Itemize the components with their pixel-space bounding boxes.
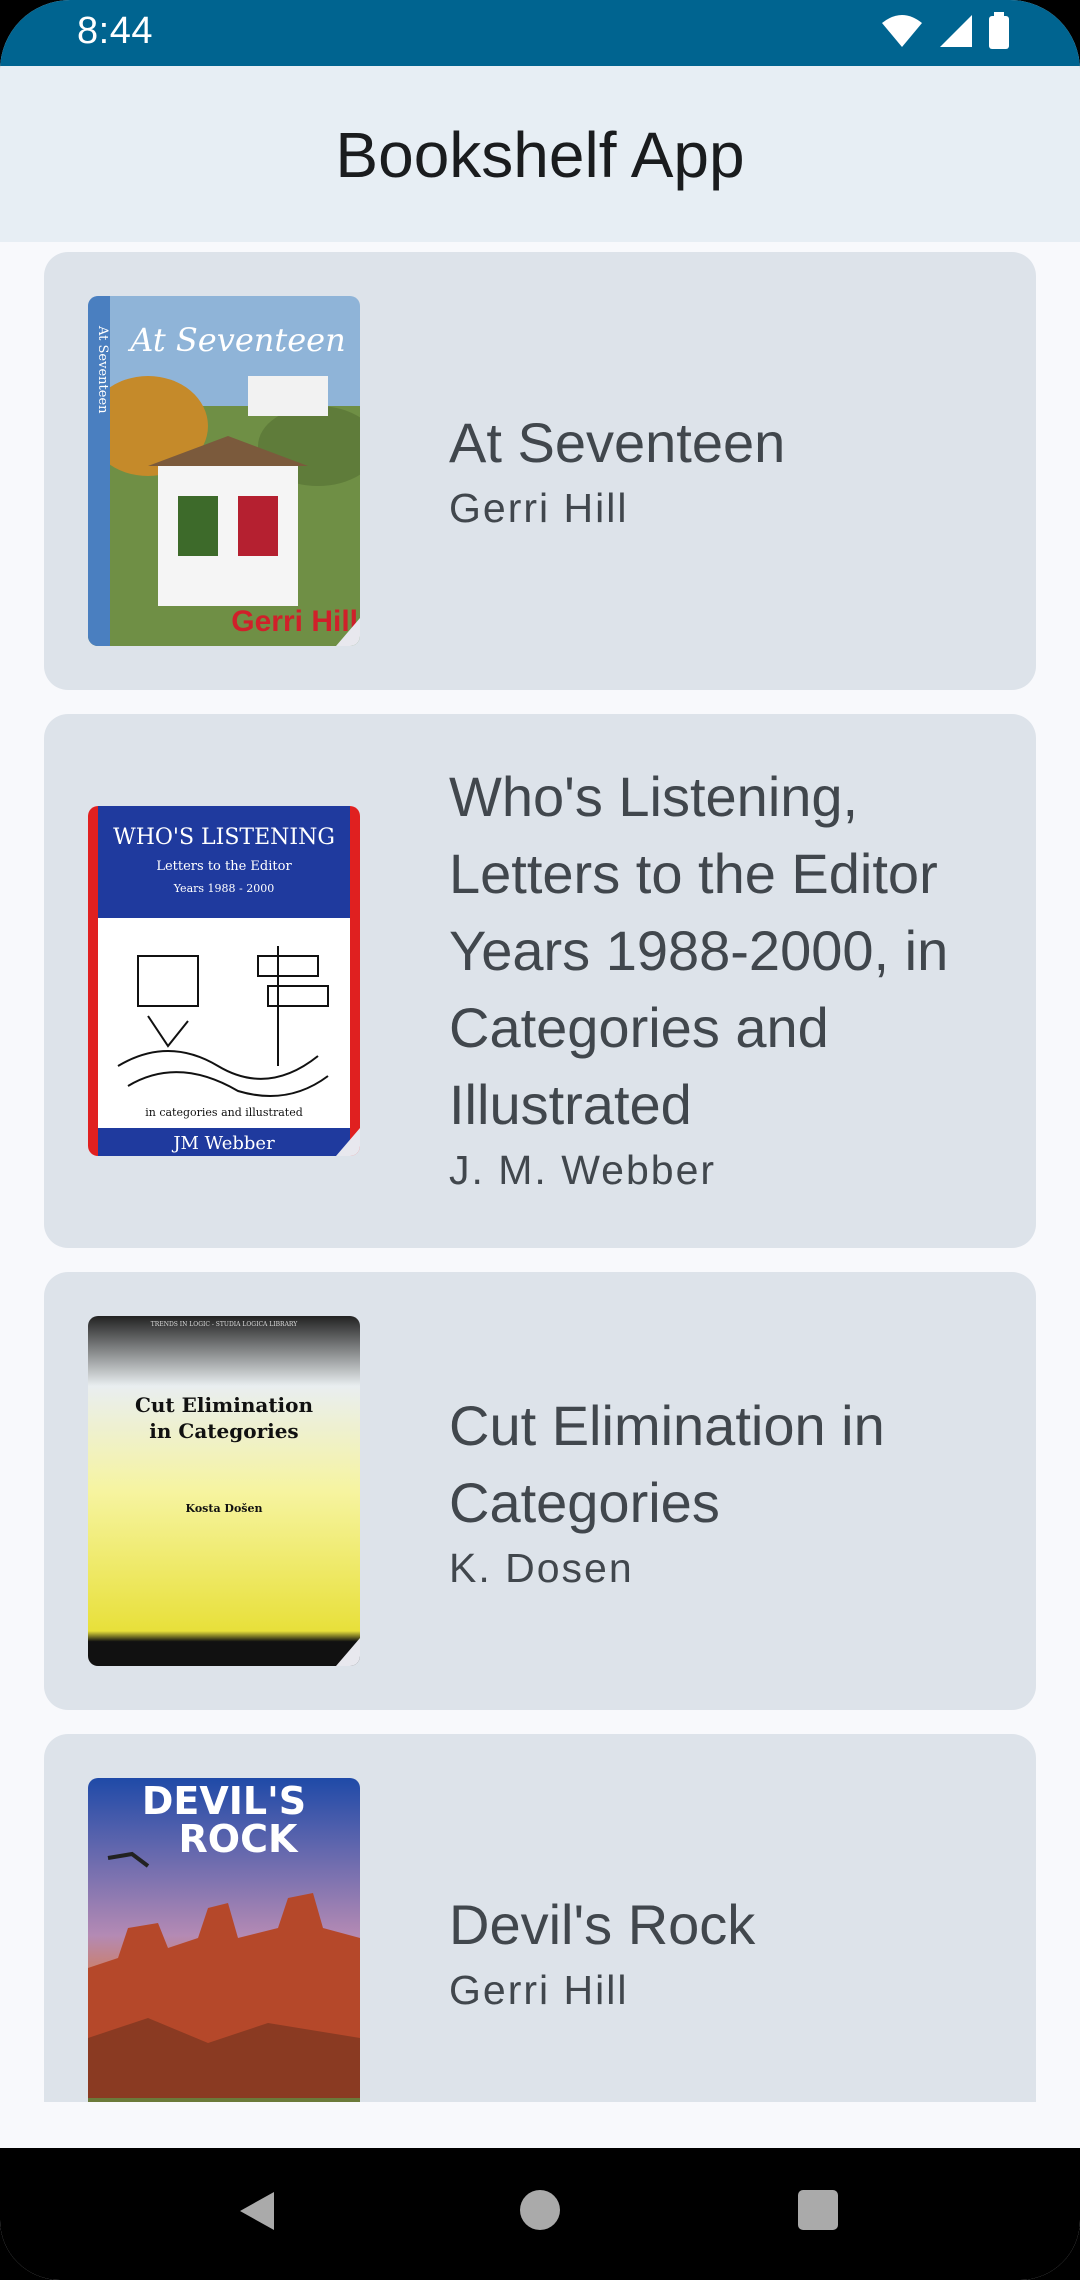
cover-subtitle-text: Letters to the Editor (156, 859, 292, 874)
wifi-icon (882, 15, 922, 47)
back-icon[interactable] (234, 2186, 284, 2236)
book-title: Who's Listening, Letters to the Editor Y… (449, 765, 949, 1136)
book-cover-image: DEVIL'S ROCK (88, 1778, 360, 2102)
book-card[interactable]: At Seventeen At Seventeen Gerri Hill At … (44, 252, 1036, 690)
book-text: At Seventeen Gerri Hill (449, 404, 1009, 535)
book-text: Who's Listening, Letters to the Editor Y… (449, 758, 1009, 1197)
cover-spine-text: At Seventeen (95, 325, 110, 414)
cover-title-text: At Seventeen (127, 321, 345, 359)
book-title: At Seventeen (449, 411, 786, 474)
signal-icon (940, 15, 972, 47)
recents-icon[interactable] (796, 2186, 840, 2234)
navigation-bar (0, 2148, 1080, 2280)
book-card[interactable]: TRENDS IN LOGIC - STUDIA LOGICA LIBRARY … (44, 1272, 1036, 1710)
cover-author-text: JM Webber (171, 1133, 275, 1154)
cover-series-text: TRENDS IN LOGIC - STUDIA LOGICA LIBRARY (151, 1321, 298, 1328)
cover-bottom-text: in categories and illustrated (145, 1106, 303, 1119)
cover-author-text: Kosta Došen (186, 1502, 263, 1515)
cover-title-text: WHO'S LISTENING (113, 825, 335, 850)
book-author: K. Dosen (449, 1545, 634, 1591)
book-author: J. M. Webber (449, 1147, 717, 1193)
cover-years-text: Years 1988 - 2000 (173, 882, 274, 895)
phone-screen: 8:44 Bookshelf App At Seventeen At Seven… (0, 0, 1080, 2280)
cover-title-line2: in Categories (149, 1419, 298, 1443)
cover-author-text: Gerri Hill (231, 605, 358, 638)
status-icons (880, 12, 1010, 50)
book-cover-image: At Seventeen At Seventeen Gerri Hill (88, 296, 360, 646)
book-list[interactable]: At Seventeen At Seventeen Gerri Hill At … (0, 242, 1080, 2102)
book-card[interactable]: DEVIL'S ROCK Devil's Rock Gerri Hill (44, 1734, 1036, 2102)
book-author: Gerri Hill (449, 1967, 629, 2013)
status-bar: 8:44 (0, 0, 1080, 66)
book-cover-image: TRENDS IN LOGIC - STUDIA LOGICA LIBRARY … (88, 1316, 360, 1666)
cover-title-line1: Cut Elimination (135, 1393, 314, 1417)
battery-icon (989, 12, 1009, 49)
cover-title-line2: ROCK (179, 1817, 299, 1861)
status-time: 8:44 (77, 10, 153, 52)
app-title: Bookshelf App (335, 119, 745, 191)
book-title: Devil's Rock (449, 1893, 756, 1956)
book-title: Cut Elimination in Categories (449, 1394, 885, 1534)
book-cover-image: WHO'S LISTENING Letters to the Editor Ye… (88, 806, 360, 1156)
book-text: Cut Elimination in Categories K. Dosen (449, 1387, 1009, 1595)
book-card[interactable]: WHO'S LISTENING Letters to the Editor Ye… (44, 714, 1036, 1248)
book-text: Devil's Rock Gerri Hill (449, 1886, 1009, 2017)
book-author: Gerri Hill (449, 485, 629, 531)
app-bar: Bookshelf App (0, 66, 1080, 242)
home-icon[interactable] (516, 2186, 564, 2234)
